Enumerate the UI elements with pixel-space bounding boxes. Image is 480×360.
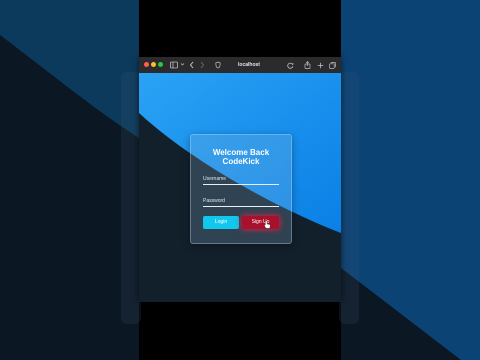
- new-tab-plus-icon[interactable]: [316, 60, 324, 70]
- address-bar[interactable]: localhost: [217, 60, 281, 70]
- close-window-button[interactable]: [144, 62, 149, 67]
- tabs-overview-icon[interactable]: [328, 60, 336, 70]
- sidebar-icon[interactable]: [169, 60, 179, 70]
- back-chevron-left-icon[interactable]: [188, 60, 196, 70]
- signup-button[interactable]: Sign Up: [242, 216, 279, 229]
- browser-window: localhost Welcome Back CodeKick Username…: [139, 57, 341, 302]
- browser-toolbar: localhost: [139, 57, 341, 74]
- forward-chevron-right-icon[interactable]: [198, 60, 206, 70]
- login-card: Welcome Back CodeKick Login Sign Up: [190, 134, 292, 244]
- login-button[interactable]: Login: [203, 216, 239, 229]
- password-field: [203, 196, 279, 207]
- share-icon[interactable]: [303, 60, 311, 70]
- password-input[interactable]: [203, 196, 279, 206]
- blurred-background-right: [341, 0, 480, 360]
- blurred-background-left: [0, 0, 139, 360]
- minimize-window-button[interactable]: [151, 62, 156, 67]
- brand-heading: CodeKick: [222, 157, 260, 166]
- video-frame: localhost Welcome Back CodeKick Username…: [0, 0, 480, 360]
- maximize-window-button[interactable]: [158, 62, 163, 67]
- page-viewport: Welcome Back CodeKick Login Sign Up: [139, 73, 341, 302]
- welcome-heading: Welcome Back: [212, 148, 270, 157]
- blurred-window-edge-right: [339, 72, 359, 324]
- blurred-window-edge-left: [121, 72, 141, 324]
- username-input[interactable]: [203, 174, 279, 184]
- chevron-down-icon[interactable]: [179, 60, 185, 70]
- hand-pointer-cursor-icon: [264, 220, 271, 229]
- reload-icon[interactable]: [286, 60, 294, 70]
- username-field: [203, 174, 279, 185]
